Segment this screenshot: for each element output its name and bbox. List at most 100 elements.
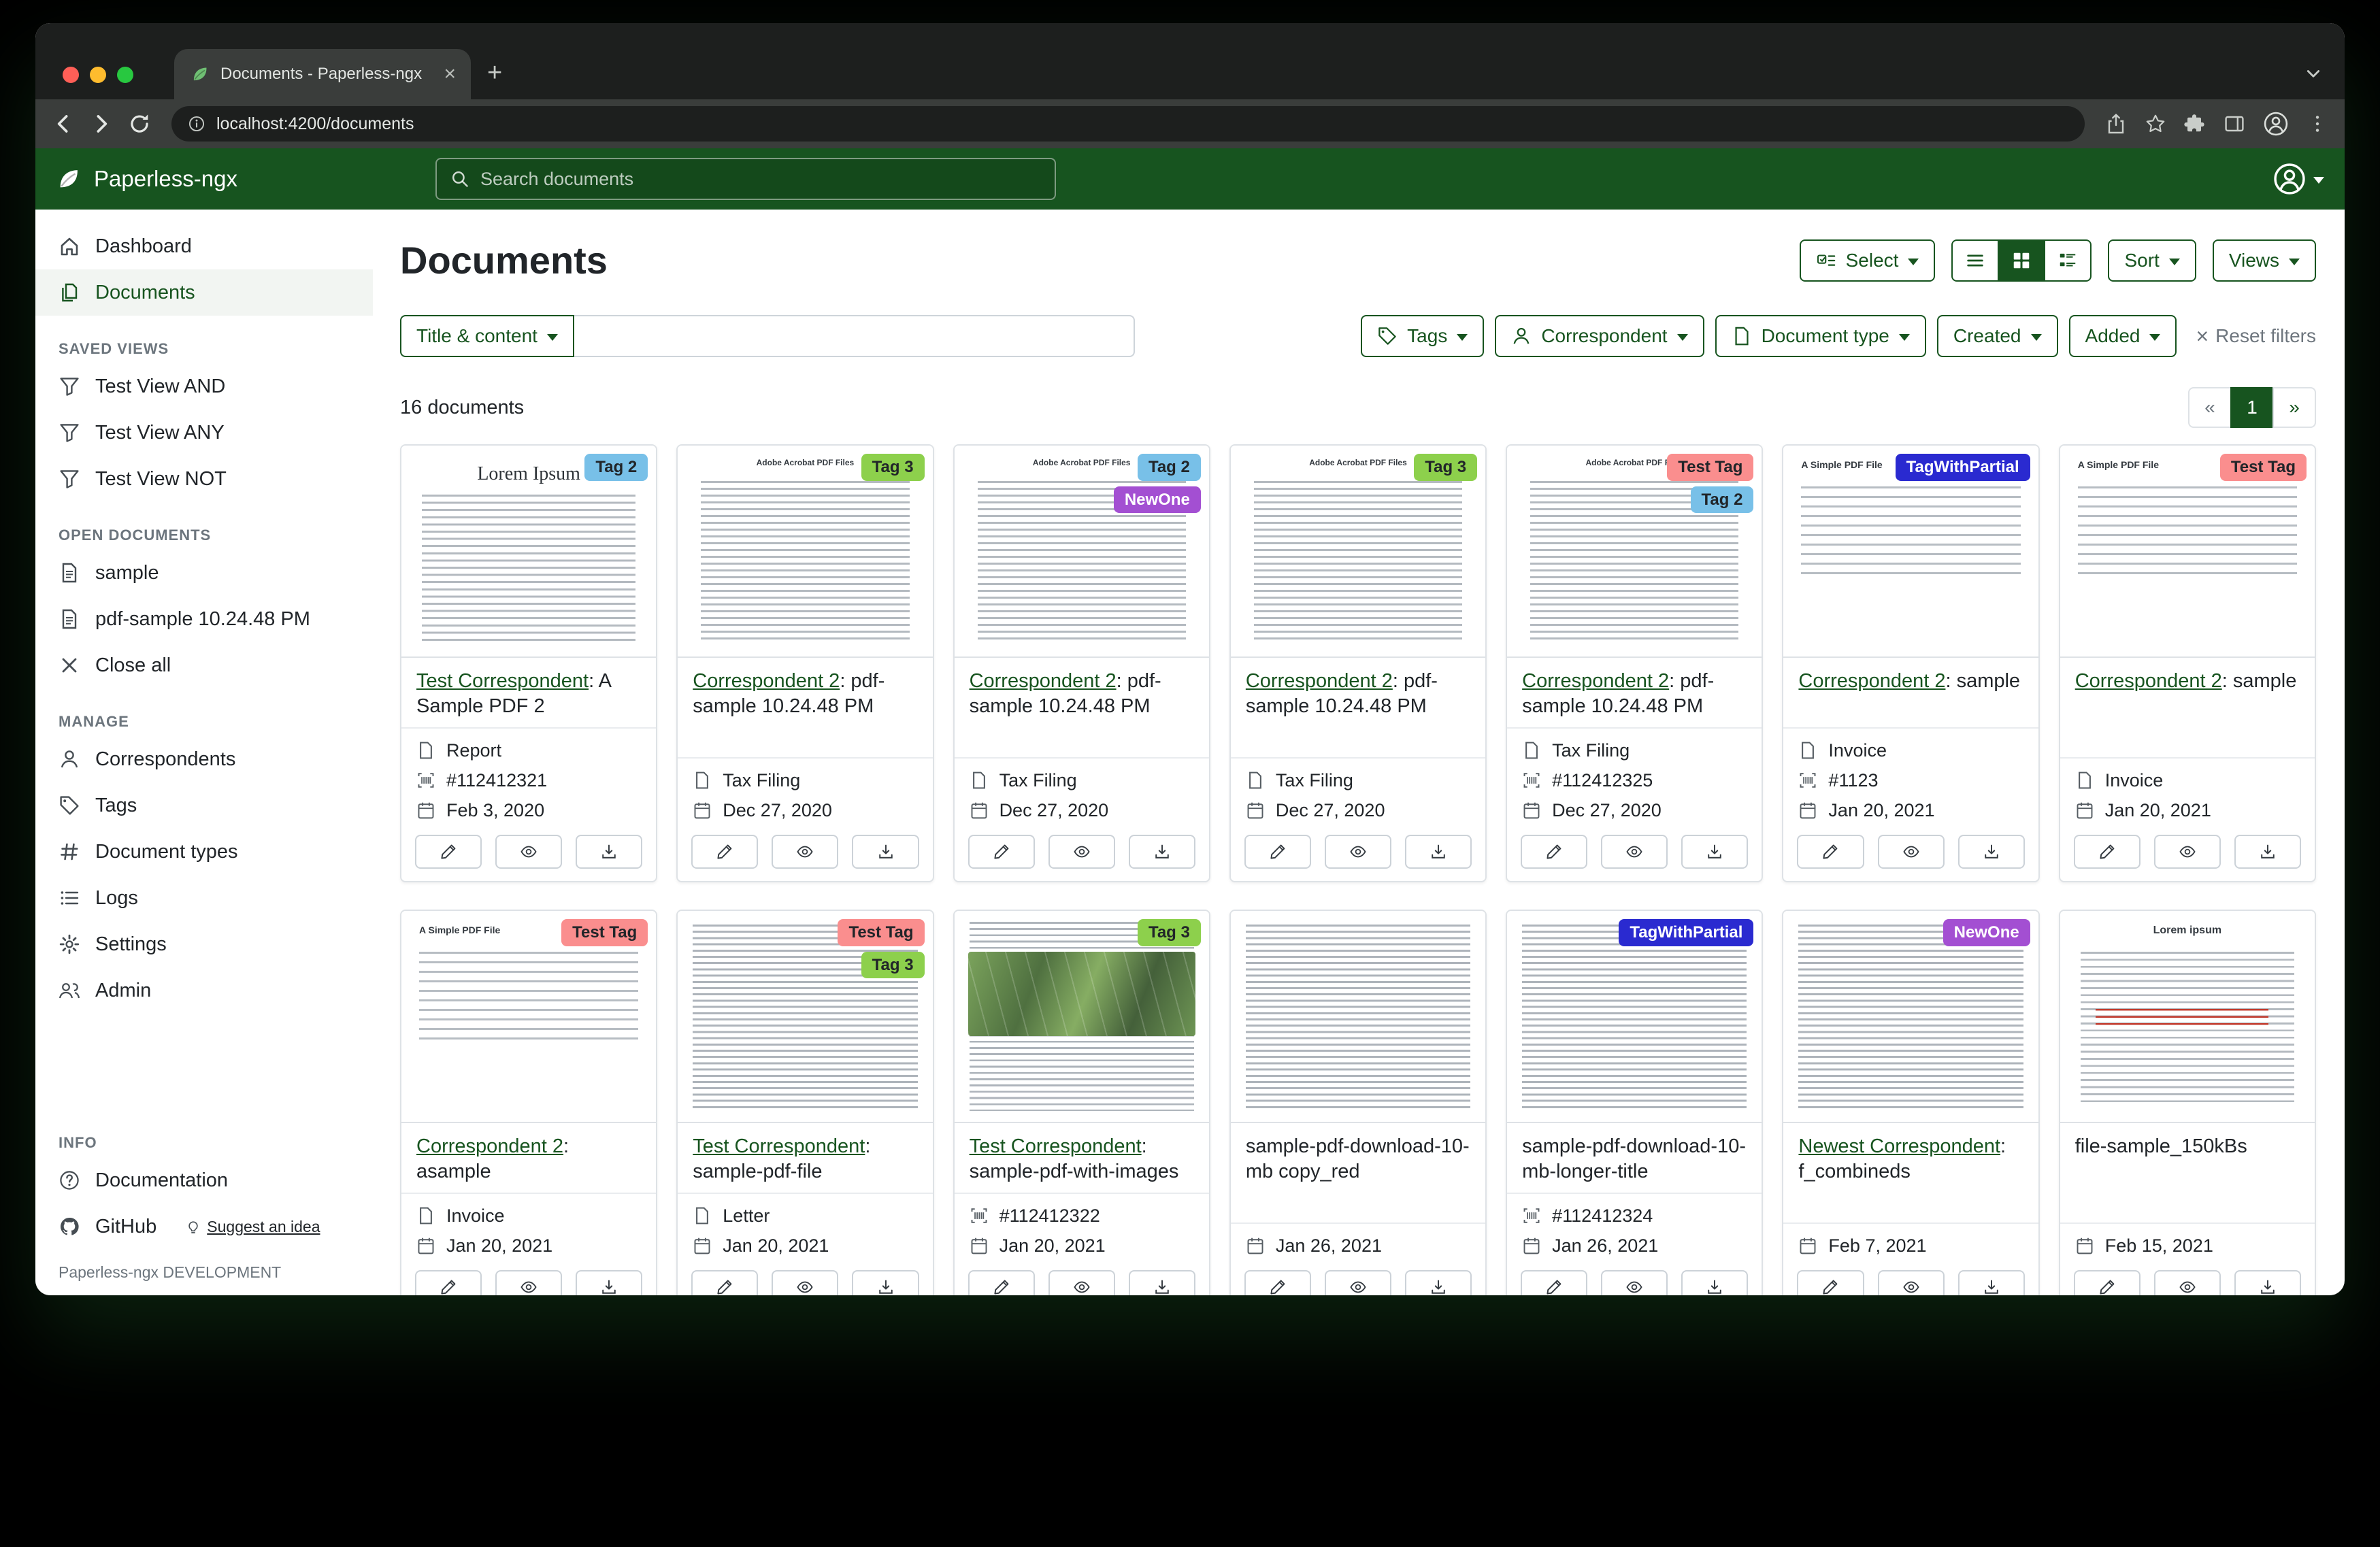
download-button[interactable] bbox=[1405, 1270, 1472, 1295]
tag-badge[interactable]: Test Tag bbox=[838, 919, 924, 946]
document-card[interactable]: Test TagTag 3Test Correspondent: sample-… bbox=[676, 910, 933, 1295]
download-button[interactable] bbox=[576, 1270, 642, 1295]
zoom-window-button[interactable] bbox=[117, 67, 133, 83]
site-info-icon[interactable] bbox=[188, 115, 205, 133]
document-preview[interactable]: Test TagTag 3 bbox=[678, 911, 932, 1123]
document-card[interactable]: Test TagTag 2Correspondent 2: pdf-sample… bbox=[1506, 444, 1763, 882]
document-card[interactable]: Tag 3Test Correspondent: sample-pdf-with… bbox=[953, 910, 1210, 1295]
document-preview[interactable]: Tag 3 bbox=[678, 446, 932, 658]
view-button[interactable] bbox=[1601, 1270, 1668, 1295]
view-button[interactable] bbox=[1601, 835, 1668, 869]
correspondent-link[interactable]: Correspondent 2 bbox=[693, 670, 840, 692]
sort-button[interactable]: Sort bbox=[2108, 239, 2196, 282]
browser-menu-dots-icon[interactable] bbox=[2307, 113, 2328, 135]
sidebar-item-pdf-sample-10-24-48-pm[interactable]: pdf-sample 10.24.48 PM bbox=[35, 596, 373, 642]
sidebar-link-suggest-an-idea[interactable]: Suggest an idea bbox=[185, 1213, 320, 1240]
view-button[interactable] bbox=[495, 1270, 562, 1295]
document-card[interactable]: Tag 2Test Correspondent: A Sample PDF 2R… bbox=[400, 444, 657, 882]
sidebar-item-documentation[interactable]: Documentation bbox=[35, 1157, 373, 1203]
sidebar-item-document-types[interactable]: Document types bbox=[35, 829, 373, 875]
bookmark-star-icon[interactable] bbox=[2145, 113, 2166, 135]
view-button[interactable] bbox=[1048, 835, 1115, 869]
filter-search-input[interactable] bbox=[574, 315, 1135, 357]
tag-badge[interactable]: Test Tag bbox=[561, 919, 648, 946]
tag-badge[interactable]: Tag 3 bbox=[1138, 919, 1201, 946]
document-preview[interactable]: NewOne bbox=[1783, 911, 2038, 1123]
sidebar-item-sample[interactable]: sample bbox=[35, 550, 373, 596]
edit-button[interactable] bbox=[1244, 835, 1311, 869]
download-button[interactable] bbox=[1958, 835, 2025, 869]
download-button[interactable] bbox=[1129, 1270, 1195, 1295]
view-button[interactable] bbox=[1048, 1270, 1115, 1295]
view-list-button[interactable] bbox=[1951, 239, 1999, 282]
sidebar-item-tags[interactable]: Tags bbox=[35, 782, 373, 829]
document-card[interactable]: sample-pdf-download-10-mb copy_redJan 26… bbox=[1229, 910, 1487, 1295]
edit-button[interactable] bbox=[691, 835, 758, 869]
view-detail-button[interactable] bbox=[2044, 239, 2092, 282]
document-preview[interactable]: Tag 3 bbox=[955, 911, 1209, 1123]
tag-badge[interactable]: Tag 2 bbox=[1691, 486, 1754, 514]
download-button[interactable] bbox=[852, 1270, 919, 1295]
tab-close-icon[interactable]: × bbox=[441, 64, 459, 84]
forward-icon[interactable] bbox=[90, 112, 113, 135]
download-button[interactable] bbox=[2234, 1270, 2301, 1295]
edit-button[interactable] bbox=[415, 835, 482, 869]
edit-button[interactable] bbox=[415, 1270, 482, 1295]
document-card[interactable]: file-sample_150kBsFeb 15, 2021 bbox=[2059, 910, 2316, 1295]
edit-button[interactable] bbox=[1521, 835, 1587, 869]
correspondent-link[interactable]: Correspondent 2 bbox=[1798, 670, 1945, 692]
view-button[interactable] bbox=[772, 835, 838, 869]
document-preview[interactable]: Test TagTag 2 bbox=[1507, 446, 1762, 658]
tab-search-chevron-icon[interactable] bbox=[2304, 64, 2323, 83]
download-button[interactable] bbox=[1129, 835, 1195, 869]
tag-badge[interactable]: Tag 3 bbox=[861, 454, 925, 481]
sidebar-item-close-all[interactable]: Close all bbox=[35, 642, 373, 688]
tag-badge[interactable]: NewOne bbox=[1114, 486, 1201, 514]
view-button[interactable] bbox=[2154, 835, 2221, 869]
document-type-filter-button[interactable]: Document type bbox=[1715, 315, 1926, 357]
view-button[interactable] bbox=[495, 835, 562, 869]
download-button[interactable] bbox=[2234, 835, 2301, 869]
edit-button[interactable] bbox=[1244, 1270, 1311, 1295]
extensions-puzzle-icon[interactable] bbox=[2184, 113, 2206, 135]
tag-badge[interactable]: TagWithPartial bbox=[1619, 919, 1753, 946]
download-button[interactable] bbox=[576, 835, 642, 869]
edit-button[interactable] bbox=[1521, 1270, 1587, 1295]
correspondent-link[interactable]: Test Correspondent bbox=[970, 1135, 1142, 1157]
correspondent-link[interactable]: Correspondent 2 bbox=[1246, 670, 1393, 692]
document-preview[interactable]: TagWithPartial bbox=[1507, 911, 1762, 1123]
view-button[interactable] bbox=[1878, 835, 1945, 869]
document-preview[interactable]: Test Tag bbox=[401, 911, 656, 1123]
tag-badge[interactable]: TagWithPartial bbox=[1896, 454, 2030, 481]
new-tab-button[interactable]: + bbox=[487, 60, 502, 86]
browser-profile-avatar[interactable] bbox=[2263, 111, 2289, 137]
views-button[interactable]: Views bbox=[2213, 239, 2316, 282]
document-preview[interactable] bbox=[1231, 911, 1485, 1123]
view-button[interactable] bbox=[1325, 835, 1391, 869]
correspondent-link[interactable]: Test Correspondent bbox=[416, 670, 589, 692]
document-card[interactable]: Tag 3Correspondent 2: pdf-sample 10.24.4… bbox=[676, 444, 933, 882]
share-icon[interactable] bbox=[2105, 113, 2127, 135]
sidebar-item-settings[interactable]: Settings bbox=[35, 921, 373, 967]
close-window-button[interactable] bbox=[63, 67, 79, 83]
document-preview[interactable] bbox=[2060, 911, 2315, 1123]
view-button[interactable] bbox=[1878, 1270, 1945, 1295]
sidebar-item-github[interactable]: GitHubSuggest an idea bbox=[35, 1203, 373, 1250]
created-filter-button[interactable]: Created bbox=[1937, 315, 2058, 357]
view-button[interactable] bbox=[772, 1270, 838, 1295]
download-button[interactable] bbox=[1681, 1270, 1748, 1295]
reset-filters-link[interactable]: × Reset filters bbox=[2196, 325, 2316, 347]
app-brand[interactable]: Paperless-ngx bbox=[56, 166, 237, 192]
correspondent-link[interactable]: Correspondent 2 bbox=[416, 1135, 563, 1157]
search-input[interactable] bbox=[480, 169, 1041, 190]
download-button[interactable] bbox=[852, 835, 919, 869]
browser-tab[interactable]: Documents - Paperless-ngx × bbox=[174, 49, 471, 99]
back-icon[interactable] bbox=[52, 112, 75, 135]
edit-button[interactable] bbox=[2074, 1270, 2141, 1295]
document-preview[interactable]: Tag 2 bbox=[401, 446, 656, 658]
added-filter-button[interactable]: Added bbox=[2069, 315, 2177, 357]
document-card[interactable]: TagWithPartialCorrespondent 2: sampleInv… bbox=[1782, 444, 2039, 882]
document-preview[interactable]: TagWithPartial bbox=[1783, 446, 2038, 658]
sidebar-item-test-view-and[interactable]: Test View AND bbox=[35, 363, 373, 410]
sidebar-item-admin[interactable]: Admin bbox=[35, 967, 373, 1014]
